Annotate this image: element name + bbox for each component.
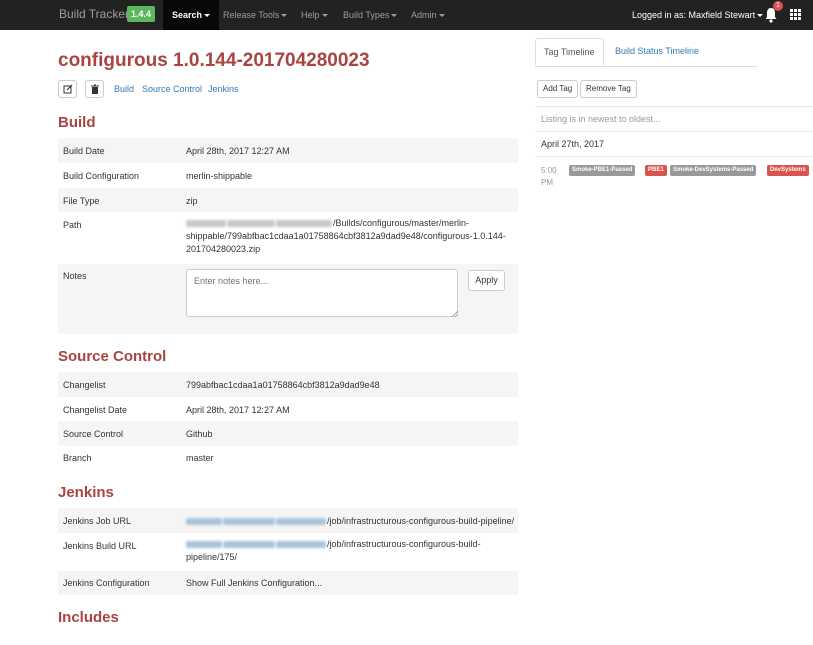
- build-date-value: April 28th, 2017 12:27 AM: [186, 146, 290, 156]
- source-control-label: Source Control: [63, 429, 124, 439]
- redacted-host: [186, 220, 226, 228]
- table-row: Path /Builds/configurous/master/merlin-s…: [58, 212, 518, 264]
- nav-help-menu[interactable]: Help: [301, 0, 328, 30]
- changelist-date-value: April 28th, 2017 12:27 AM: [186, 405, 290, 415]
- file-type-value: zip: [186, 196, 198, 206]
- top-navbar: Build Tracker 1.4.4 Search Release Tools…: [0, 0, 813, 30]
- notes-textarea[interactable]: [186, 269, 458, 317]
- table-row: Jenkins Job URL /job/infrastructurous-co…: [58, 508, 518, 533]
- jenkins-heading: Jenkins: [58, 484, 114, 501]
- table-row: Changelist Date April 28th, 2017 12:27 A…: [58, 397, 518, 421]
- table-row: Changelist 799abfbac1cdaa1a01758864cbf38…: [58, 372, 518, 397]
- delete-button[interactable]: [85, 80, 104, 98]
- caret-down-icon: [438, 14, 445, 18]
- table-row: Jenkins Build URL /job/infrastructurous-…: [58, 533, 518, 571]
- notes-label: Notes: [63, 271, 87, 281]
- notification-count-badge: 1: [773, 1, 783, 11]
- jenkins-build-url-label: Jenkins Build URL: [63, 541, 137, 551]
- source-control-value: Github: [186, 429, 213, 439]
- tag-smoke-pbe1-passed[interactable]: Smoke-PBE1-Passed: [569, 165, 636, 176]
- resize-grip-icon[interactable]: [452, 311, 458, 317]
- nav-admin-label: Admin: [411, 10, 437, 20]
- table-row: Jenkins Configuration Show Full Jenkins …: [58, 571, 518, 595]
- apps-grid-icon[interactable]: [790, 9, 801, 20]
- build-anchor-link[interactable]: Build: [114, 84, 134, 94]
- table-row: File Type zip: [58, 188, 518, 212]
- nav-help-label: Help: [301, 10, 320, 20]
- user-label: Logged in as: Maxfield Stewart: [632, 10, 756, 20]
- table-row: Build Date April 28th, 2017 12:27 AM: [58, 138, 518, 163]
- divider: [535, 106, 813, 107]
- edit-button[interactable]: [58, 80, 77, 98]
- path-value: /Builds/configurous/master/merlin-shippa…: [186, 217, 516, 256]
- redacted-host: [227, 220, 275, 228]
- tag-pbe1[interactable]: PBE1: [645, 165, 667, 176]
- trash-icon: [91, 84, 99, 94]
- jenkins-job-url-label: Jenkins Job URL: [63, 516, 132, 526]
- source-control-anchor-link[interactable]: Source Control: [142, 84, 202, 94]
- caret-down-icon: [757, 14, 764, 18]
- source-control-heading: Source Control: [58, 348, 167, 365]
- nav-search-label: Search: [172, 10, 203, 20]
- timeline-tabs: Tag Timeline Build Status Timeline: [535, 38, 757, 67]
- includes-heading: Includes: [58, 609, 119, 626]
- tab-build-status-timeline[interactable]: Build Status Timeline: [607, 38, 707, 66]
- nav-build-types-label: Build Types: [343, 10, 390, 20]
- nav-admin-menu[interactable]: Admin: [411, 0, 445, 30]
- changelist-date-label: Changelist Date: [63, 405, 128, 415]
- nav-build-types-menu[interactable]: Build Types: [343, 0, 398, 30]
- changelist-label: Changelist: [63, 380, 106, 390]
- branch-value: master: [186, 453, 214, 463]
- version-badge: 1.4.4: [127, 6, 156, 22]
- path-label: Path: [63, 220, 82, 230]
- nav-release-tools-label: Release Tools: [223, 10, 280, 20]
- build-configuration-value: merlin-shippable: [186, 171, 253, 181]
- redacted-host: [276, 541, 326, 549]
- table-row: Source Control Github: [58, 421, 518, 446]
- build-configuration-label: Build Configuration: [63, 171, 140, 181]
- redacted-host: [276, 518, 326, 526]
- tag-devsystems[interactable]: DevSystems: [767, 165, 809, 176]
- changelist-value: 799abfbac1cdaa1a01758864cbf3812a9dad9e48: [186, 380, 380, 390]
- notes-row: Notes Apply: [58, 264, 518, 334]
- add-tag-button[interactable]: Add Tag: [537, 80, 579, 98]
- nav-search-menu[interactable]: Search: [163, 0, 220, 30]
- redacted-host: [186, 541, 222, 549]
- caret-down-icon: [281, 14, 288, 18]
- file-type-label: File Type: [63, 196, 100, 206]
- divider: [535, 131, 813, 132]
- table-row: Build Configuration merlin-shippable: [58, 163, 518, 188]
- redacted-host: [223, 518, 275, 526]
- branch-label: Branch: [63, 453, 92, 463]
- timeline-date: April 27th, 2017: [541, 139, 605, 149]
- timeline-time: 5:00 PM: [541, 166, 557, 187]
- jenkins-build-url-link[interactable]: /job/infrastructurous-configurous-build-…: [186, 538, 486, 564]
- page-title: configurous 1.0.144-201704280023: [58, 50, 370, 71]
- redacted-host: [186, 518, 222, 526]
- redacted-host: [276, 220, 332, 228]
- edit-icon: [63, 84, 73, 94]
- build-heading: Build: [58, 114, 96, 131]
- tag-smoke-devsystems-passed[interactable]: Smoke-DevSystems-Passed: [670, 165, 757, 176]
- listing-order-text: Listing is in newest to oldest...: [541, 114, 661, 124]
- jenkins-anchor-link[interactable]: Jenkins: [208, 84, 239, 94]
- divider: [535, 156, 813, 157]
- jenkins-job-url-link[interactable]: /job/infrastructurous-configurous-build-…: [186, 515, 514, 528]
- caret-down-icon: [391, 14, 398, 18]
- show-jenkins-config-link[interactable]: Show Full Jenkins Configuration...: [186, 577, 322, 590]
- jenkins-configuration-label: Jenkins Configuration: [63, 578, 150, 588]
- apply-button[interactable]: Apply: [468, 270, 505, 291]
- table-row: Branch master: [58, 446, 518, 470]
- tab-tag-timeline[interactable]: Tag Timeline: [535, 38, 604, 66]
- caret-down-icon: [321, 14, 328, 18]
- redacted-host: [223, 541, 275, 549]
- jenkins-job-url-text: /job/infrastructurous-configurous-build-…: [327, 516, 515, 526]
- nav-release-tools-menu[interactable]: Release Tools: [223, 0, 288, 30]
- caret-down-icon: [204, 14, 211, 18]
- user-menu[interactable]: Logged in as: Maxfield Stewart: [632, 0, 764, 30]
- remove-tag-button[interactable]: Remove Tag: [580, 80, 637, 98]
- build-date-label: Build Date: [63, 146, 105, 156]
- brand-link[interactable]: Build Tracker: [59, 7, 129, 21]
